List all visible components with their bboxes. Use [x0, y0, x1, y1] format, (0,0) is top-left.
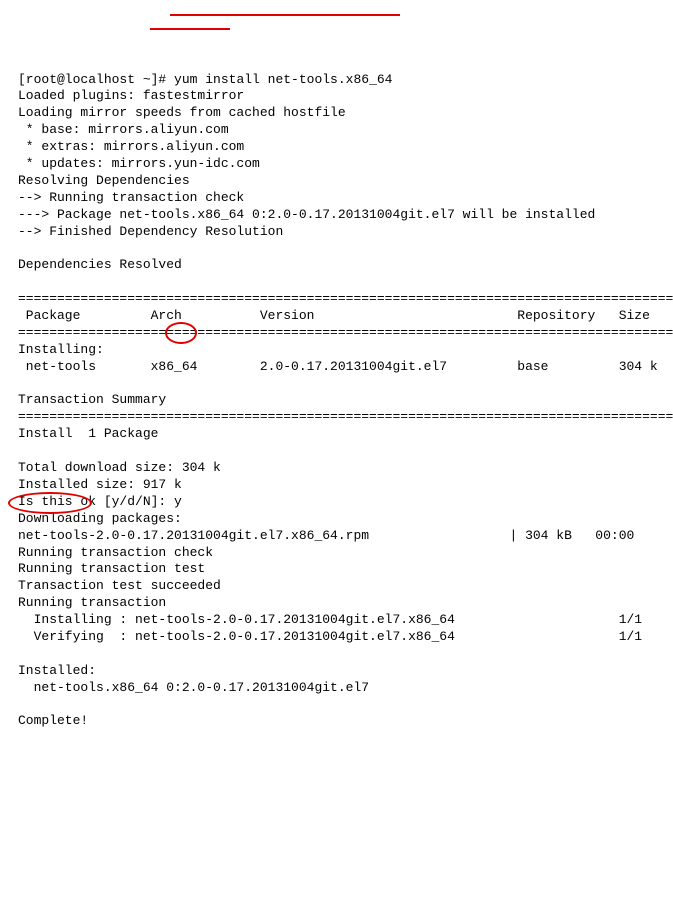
line: --> Finished Dependency Resolution — [18, 224, 283, 239]
line: Transaction Summary — [18, 392, 166, 407]
table-row: net-tools x86_64 2.0-0.17.20131004git.el… — [18, 359, 658, 374]
line: Resolving Dependencies — [18, 173, 190, 188]
user-input-y[interactable]: y — [174, 494, 182, 509]
separator: ========================================… — [18, 409, 673, 424]
line: * extras: mirrors.aliyun.com — [18, 139, 244, 154]
line: net-tools.x86_64 0:2.0-0.17.20131004git.… — [18, 680, 369, 695]
line: * base: mirrors.aliyun.com — [18, 122, 229, 137]
prompt-question: Is this ok [y/d/N]: — [18, 494, 174, 509]
shell-prompt: [root@localhost ~]# — [18, 72, 174, 87]
shell-command: yum install net-tools.x86_64 — [174, 72, 392, 87]
line: * updates: mirrors.yun-idc.com — [18, 156, 260, 171]
line: Transaction test succeeded — [18, 578, 221, 593]
line: Installed size: 917 k — [18, 477, 182, 492]
separator: ========================================… — [18, 325, 673, 340]
line: Verifying : net-tools-2.0-0.17.20131004g… — [18, 629, 642, 644]
complete-line: Complete! — [18, 713, 88, 728]
annotation-underline-plugin — [150, 28, 230, 30]
line: Running transaction check — [18, 545, 213, 560]
line: Loaded plugins: fastestmirror — [18, 88, 244, 103]
line: net-tools-2.0-0.17.20131004git.el7.x86_6… — [18, 528, 634, 543]
line: --> Running transaction check — [18, 190, 244, 205]
line: ---> Package net-tools.x86_64 0:2.0-0.17… — [18, 207, 595, 222]
line: Installed: — [18, 663, 96, 678]
annotation-underline-command — [170, 14, 400, 16]
line: Total download size: 304 k — [18, 460, 221, 475]
line: Installing: — [18, 342, 104, 357]
line: Installing : net-tools-2.0-0.17.20131004… — [18, 612, 642, 627]
line: Downloading packages: — [18, 511, 182, 526]
line: Install 1 Package — [18, 426, 158, 441]
line: Running transaction test — [18, 561, 205, 576]
separator: ========================================… — [18, 291, 673, 306]
terminal-output: [root@localhost ~]# yum install net-tool… — [18, 72, 655, 731]
table-header: Package Arch Version Repository Size — [18, 308, 650, 323]
line: Loading mirror speeds from cached hostfi… — [18, 105, 346, 120]
line: Dependencies Resolved — [18, 257, 182, 272]
line: Running transaction — [18, 595, 166, 610]
